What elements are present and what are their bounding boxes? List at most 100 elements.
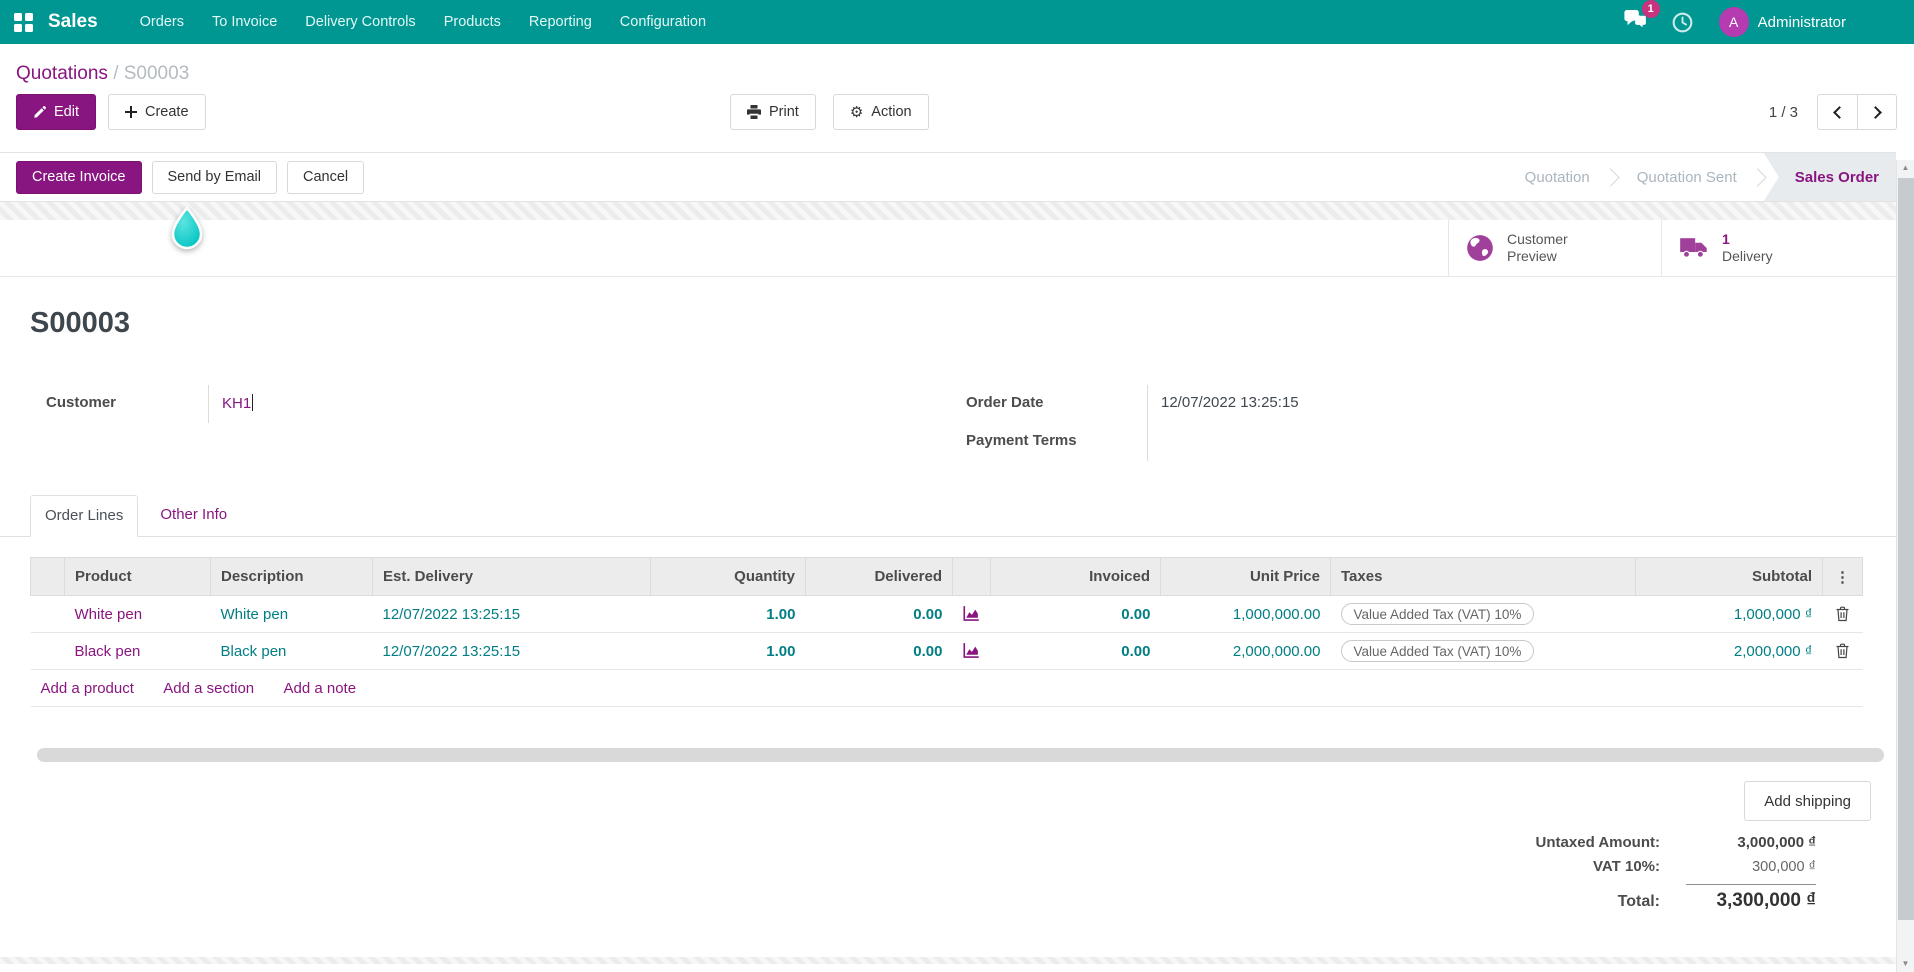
cell-description[interactable]: White pen	[210, 595, 373, 633]
user-avatar[interactable]: A	[1718, 7, 1749, 37]
scrollbar-thumb[interactable]	[1898, 178, 1914, 920]
col-est-delivery[interactable]: Est. Delivery	[372, 557, 651, 596]
breadcrumb-quotations[interactable]: Quotations	[16, 63, 108, 84]
status-step-sales-order[interactable]: Sales Order	[1763, 153, 1896, 201]
table-footer-links-row: Add a product Add a section Add a note	[30, 669, 1863, 707]
col-unit-price[interactable]: Unit Price	[1160, 557, 1331, 596]
send-by-email-button[interactable]: Send by Email	[151, 160, 277, 194]
vat-label: VAT 10%:	[1593, 858, 1660, 875]
add-a-product-link[interactable]: Add a product	[41, 680, 134, 697]
row-handle[interactable]	[30, 632, 65, 670]
globe-icon	[1467, 235, 1493, 261]
cell-taxes[interactable]: Value Added Tax (VAT) 10%	[1330, 632, 1636, 670]
col-quantity[interactable]: Quantity	[650, 557, 806, 596]
vertical-scrollbar[interactable]: ▲ ▼	[1896, 160, 1914, 972]
tax-tag[interactable]: Value Added Tax (VAT) 10%	[1340, 603, 1535, 625]
area-chart-icon[interactable]	[962, 642, 980, 659]
add-a-note-link[interactable]: Add a note	[284, 680, 357, 697]
cell-delivered[interactable]: 0.00	[805, 632, 953, 670]
print-button[interactable]: Print	[730, 94, 816, 130]
create-invoice-button[interactable]: Create Invoice	[16, 160, 142, 194]
col-invoiced[interactable]: Invoiced	[990, 557, 1161, 596]
cell-invoiced[interactable]: 0.00	[990, 632, 1161, 670]
cell-product[interactable]: Black pen	[64, 632, 211, 670]
delivery-smart-button[interactable]: 1 Delivery	[1661, 220, 1896, 276]
edit-button[interactable]: Edit	[16, 94, 96, 130]
col-subtotal[interactable]: Subtotal	[1635, 557, 1823, 596]
chevron-right-icon	[1869, 105, 1882, 119]
pager-next-button[interactable]	[1857, 94, 1897, 130]
field-groups: Customer KH1 Order Date 12/07/2022 13:25…	[0, 385, 1896, 461]
pager-value[interactable]: 1 / 3	[1769, 104, 1798, 121]
cancel-button[interactable]: Cancel	[287, 160, 365, 194]
customer-preview-line2: Preview	[1507, 248, 1557, 264]
menu-orders[interactable]: Orders	[126, 0, 198, 44]
delivery-label: Delivery	[1722, 248, 1773, 264]
smart-button-box: Customer Preview 1 Delivery	[0, 220, 1896, 277]
pager-previous-button[interactable]	[1817, 94, 1857, 130]
menu-delivery-controls[interactable]: Delivery Controls	[291, 0, 429, 44]
cell-est-delivery[interactable]: 12/07/2022 13:25:15	[372, 595, 651, 633]
cell-delete	[1822, 595, 1863, 633]
menu-reporting[interactable]: Reporting	[515, 0, 606, 44]
printer-icon	[747, 105, 761, 119]
form-statusbar: Create Invoice Send by Email Cancel Quot…	[0, 152, 1896, 202]
totals-table: Untaxed Amount: 3,000,000 ₫ VAT 10%: 300…	[1536, 834, 1871, 912]
add-shipping-button[interactable]: Add shipping	[1744, 781, 1871, 821]
status-pipeline: Quotation Quotation Sent Sales Order	[1505, 153, 1896, 201]
create-button[interactable]: Create	[108, 94, 206, 130]
order-lines-table-wrap: Product Description Est. Delivery Quanti…	[30, 557, 1866, 707]
user-menu[interactable]: Administrator	[1758, 14, 1846, 31]
trash-icon[interactable]	[1835, 606, 1850, 622]
payment-terms-value[interactable]	[1147, 423, 1880, 461]
cell-est-delivery[interactable]: 12/07/2022 13:25:15	[372, 632, 651, 670]
col-product[interactable]: Product	[64, 557, 211, 596]
plus-icon	[125, 106, 137, 118]
horizontal-scrollbar[interactable]	[37, 748, 1884, 762]
status-step-quotation-sent[interactable]: Quotation Sent	[1617, 153, 1757, 201]
cell-quantity[interactable]: 1.00	[650, 632, 806, 670]
status-step-quotation[interactable]: Quotation	[1505, 153, 1610, 201]
cell-invoiced[interactable]: 0.00	[990, 595, 1161, 633]
customer-preview-button[interactable]: Customer Preview	[1448, 220, 1661, 276]
order-date-value[interactable]: 12/07/2022 13:25:15	[1147, 385, 1880, 423]
onboarding-drop-indicator[interactable]	[167, 205, 207, 256]
tab-order-lines[interactable]: Order Lines	[30, 495, 139, 537]
menu-configuration[interactable]: Configuration	[606, 0, 720, 44]
cell-taxes[interactable]: Value Added Tax (VAT) 10%	[1330, 595, 1636, 633]
optional-columns-toggle[interactable]: ⋮	[1822, 557, 1863, 596]
total-value: 3,300,000 ₫	[1686, 884, 1816, 912]
cell-forecast	[952, 632, 991, 670]
control-panel: Quotations / S00003 Edit Create Print ⚙ …	[0, 44, 1914, 152]
app-name[interactable]: Sales	[48, 11, 98, 33]
activities-icon[interactable]	[1672, 12, 1693, 33]
tab-other-info[interactable]: Other Info	[146, 495, 241, 536]
cell-subtotal[interactable]: 2,000,000 ₫	[1635, 632, 1823, 670]
customer-field-label: Customer	[46, 394, 117, 411]
area-chart-icon[interactable]	[962, 605, 980, 622]
messages-icon[interactable]: 1	[1623, 0, 1660, 35]
messages-badge: 1	[1641, 0, 1660, 18]
untaxed-amount-value: 3,000,000 ₫	[1737, 834, 1816, 851]
cell-unit-price[interactable]: 1,000,000.00	[1160, 595, 1331, 633]
trash-icon[interactable]	[1835, 643, 1850, 659]
menu-products[interactable]: Products	[430, 0, 515, 44]
cell-description[interactable]: Black pen	[210, 632, 373, 670]
scroll-up-arrow-icon[interactable]: ▲	[1897, 160, 1914, 176]
apps-grid-icon[interactable]	[14, 12, 33, 32]
cell-unit-price[interactable]: 2,000,000.00	[1160, 632, 1331, 670]
add-a-section-link[interactable]: Add a section	[163, 680, 254, 697]
cell-product[interactable]: White pen	[64, 595, 211, 633]
cell-subtotal[interactable]: 1,000,000 ₫	[1635, 595, 1823, 633]
col-delivered[interactable]: Delivered	[805, 557, 953, 596]
cell-quantity[interactable]: 1.00	[650, 595, 806, 633]
customer-field-value[interactable]: KH1	[208, 385, 610, 423]
row-handle[interactable]	[30, 595, 65, 633]
action-button[interactable]: ⚙ Action	[832, 94, 929, 130]
col-taxes[interactable]: Taxes	[1330, 557, 1636, 596]
col-description[interactable]: Description	[210, 557, 373, 596]
menu-to-invoice[interactable]: To Invoice	[198, 0, 291, 44]
cell-delivered[interactable]: 0.00	[805, 595, 953, 633]
tax-tag[interactable]: Value Added Tax (VAT) 10%	[1340, 640, 1535, 662]
scroll-down-arrow-icon[interactable]: ▼	[1897, 956, 1914, 972]
